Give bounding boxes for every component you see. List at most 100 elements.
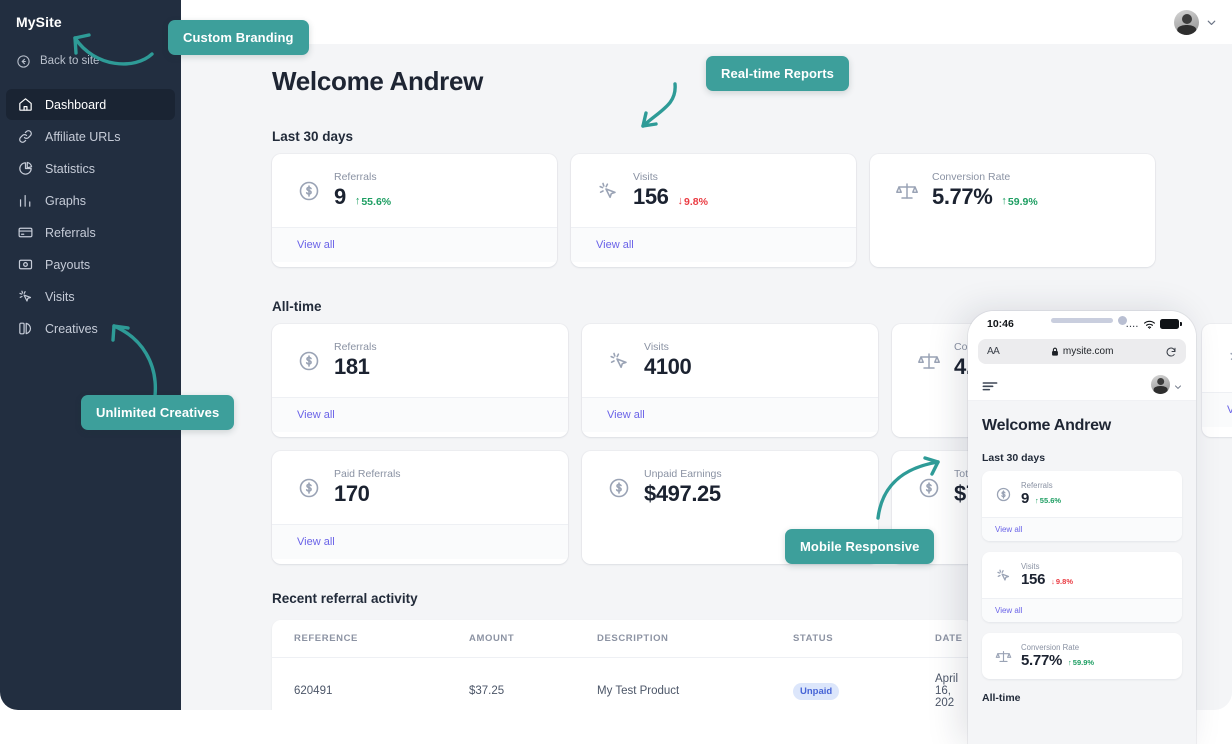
arrow-up-icon: ↑ [354, 195, 361, 207]
avatar[interactable] [1151, 374, 1170, 394]
view-all-link[interactable]: View all [982, 598, 1182, 622]
avatar[interactable] [1174, 9, 1199, 35]
image-stack-icon [17, 320, 34, 337]
phone-avatar-group[interactable] [1151, 374, 1183, 394]
stat-card-visits[interactable]: Visits 156 ↓ 9.8% View all [571, 154, 856, 267]
phone-stat-card-body: Referrals 9 ↑ 55.6% [982, 471, 1182, 517]
phone-status-icons: .... [1126, 319, 1182, 330]
phone-stat-card-value: 5.77% [1021, 652, 1063, 669]
sidebar-item-statistics[interactable]: Statistics [6, 153, 175, 184]
stat-card-delta: ↓ 9.8% [678, 196, 708, 208]
phone-section-alltime: All-time [982, 692, 1021, 704]
table-header-row: REFERENCE AMOUNT DESCRIPTION STATUS DATE [272, 620, 972, 658]
view-all-link[interactable]: View all [982, 517, 1182, 541]
sidebar-item-label: Graphs [45, 193, 86, 208]
stat-card-label: Paid Referrals [334, 468, 401, 480]
referral-activity-table: REFERENCE AMOUNT DESCRIPTION STATUS DATE… [272, 620, 972, 710]
stat-card-value: 156 [633, 184, 669, 209]
stat-card-body [1202, 324, 1232, 392]
column-header-description[interactable]: DESCRIPTION [575, 620, 771, 658]
sidebar-item-referrals[interactable]: Referrals [6, 217, 175, 248]
sidebar-item-graphs[interactable]: Graphs [6, 185, 175, 216]
view-all-link[interactable]: View all [272, 397, 568, 432]
phone-mockup: 10:46 .... AA mysite.com Welcome Andrew … [968, 311, 1196, 744]
view-all-link[interactable]: View all [272, 524, 568, 559]
arrow-up-icon: ↑ [1001, 195, 1007, 207]
chevron-down-icon[interactable] [1205, 16, 1218, 29]
table: REFERENCE AMOUNT DESCRIPTION STATUS DATE… [272, 620, 972, 710]
sidebar-item-creatives[interactable]: Creatives [6, 313, 175, 344]
dollar-circle-icon [297, 349, 321, 373]
pie-chart-icon [17, 160, 34, 177]
text-size-aa-icon[interactable]: AA [987, 346, 1000, 357]
phone-stat-card-label: Conversion Rate [1021, 643, 1080, 652]
status-badge: Unpaid [793, 682, 840, 700]
phone-url-text: mysite.com [1062, 346, 1114, 357]
stats-row-last30: Referrals 9 ↑ 55.6% View all Visits 156 … [272, 154, 1232, 267]
phone-stat-card-referrals[interactable]: Referrals 9 ↑ 55.6% View all [982, 471, 1182, 541]
stat-card-label: Unpaid Earnings [644, 468, 722, 480]
stat-card-delta: ↑ 59.9% [1001, 196, 1037, 208]
stat-card-label: Referrals [334, 341, 377, 353]
scales-icon [917, 349, 941, 373]
column-header-reference[interactable]: REFERENCE [272, 620, 447, 658]
chevron-down-icon[interactable] [1173, 379, 1183, 389]
stat-card-conversion-rate[interactable]: Conversion Rate 5.77% ↑ 59.9% [870, 154, 1155, 267]
callout-badge-unlimited-creatives[interactable]: Unlimited Creatives [81, 395, 235, 430]
cell-amount: $37.25 [447, 657, 575, 710]
stat-card-body: Visits 4100 [582, 324, 878, 397]
arrow-up-icon: ↑ [1068, 658, 1072, 667]
stat-card-alltime-visits[interactable]: Visits 4100 View all [582, 324, 878, 437]
view-all-link[interactable]: View all [582, 397, 878, 432]
phone-stat-card-conversion-rate[interactable]: Conversion Rate 5.77% ↑ 59.9% [982, 633, 1182, 679]
phone-stat-card-value: 9 [1021, 490, 1030, 507]
dollar-circle-icon [297, 179, 321, 203]
stat-card-text: Visits 4100 [644, 341, 692, 380]
stat-card-valuerow: 5.77% ↑ 59.9% [932, 184, 1038, 210]
sidebar-item-payouts[interactable]: Payouts [6, 249, 175, 280]
stat-card-text: Paid Referrals 170 [334, 468, 401, 507]
stat-card-referrals[interactable]: Referrals 9 ↑ 55.6% View all [272, 154, 557, 267]
link-icon [17, 128, 34, 145]
view-all-link[interactable]: View all [1202, 392, 1232, 427]
sidebar-item-visits[interactable]: Visits [6, 281, 175, 312]
view-all-link[interactable]: View all [571, 227, 856, 262]
arrow-up-icon: ↑ [1035, 496, 1039, 505]
phone-url-bar[interactable]: AA mysite.com [978, 339, 1186, 364]
reload-icon[interactable] [1165, 346, 1177, 358]
column-header-amount[interactable]: AMOUNT [447, 620, 575, 658]
back-to-site-link[interactable]: Back to site [0, 46, 181, 76]
phone-stat-card-delta: ↑ 59.9% [1068, 658, 1094, 667]
phone-stat-card-delta-value: 59.9% [1072, 658, 1095, 667]
callout-badge-custom-branding[interactable]: Custom Branding [168, 20, 309, 55]
sidebar-item-label: Dashboard [45, 97, 107, 112]
column-header-status[interactable]: STATUS [771, 620, 913, 658]
callout-badge-realtime-reports[interactable]: Real-time Reports [706, 56, 849, 91]
sidebar-item-label: Referrals [45, 225, 96, 240]
view-all-link[interactable]: View all [272, 227, 557, 262]
sidebar-item-label: Affiliate URLs [45, 129, 121, 144]
stat-card-label: Conversion Rate [932, 171, 1011, 183]
stat-card-alltime-hidden[interactable]: View all [1202, 324, 1232, 437]
table-row[interactable]: 620491 $37.25 My Test Product Unpaid Apr… [272, 657, 972, 710]
cursor-click-icon [995, 567, 1012, 584]
stat-card-body: Referrals 181 [272, 324, 568, 397]
stat-card-body: Conversion Rate 5.77% ↑ 59.9% [870, 154, 1155, 227]
callout-badge-mobile-responsive[interactable]: Mobile Responsive [785, 529, 935, 564]
phone-section-last30: Last 30 days [982, 452, 1046, 464]
stat-card-value: $497.25 [644, 481, 721, 506]
stat-card-valuerow: 156 ↓ 9.8% [633, 184, 708, 210]
screenshot-stage: MySite Back to site Dashboard Affiliate … [0, 0, 1232, 744]
stat-card-delta-value: 59.9% [1007, 195, 1038, 208]
stat-card-paid-referrals[interactable]: Paid Referrals 170 View all [272, 451, 568, 564]
sidebar-item-affiliate-urls[interactable]: Affiliate URLs [6, 121, 175, 152]
column-header-date[interactable]: DATE [913, 620, 972, 658]
sidebar-item-dashboard[interactable]: Dashboard [6, 89, 175, 120]
stat-card-alltime-referrals[interactable]: Referrals 181 View all [272, 324, 568, 437]
phone-stat-card-valuerow: 156 ↓ 9.8% [1021, 571, 1073, 588]
phone-stat-card-visits[interactable]: Visits 156 ↓ 9.8% View all [982, 552, 1182, 622]
dollar-circle-icon [607, 476, 631, 500]
hamburger-icon[interactable] [982, 379, 998, 391]
stat-card-body: Visits 156 ↓ 9.8% [571, 154, 856, 227]
money-box-icon [17, 256, 34, 273]
